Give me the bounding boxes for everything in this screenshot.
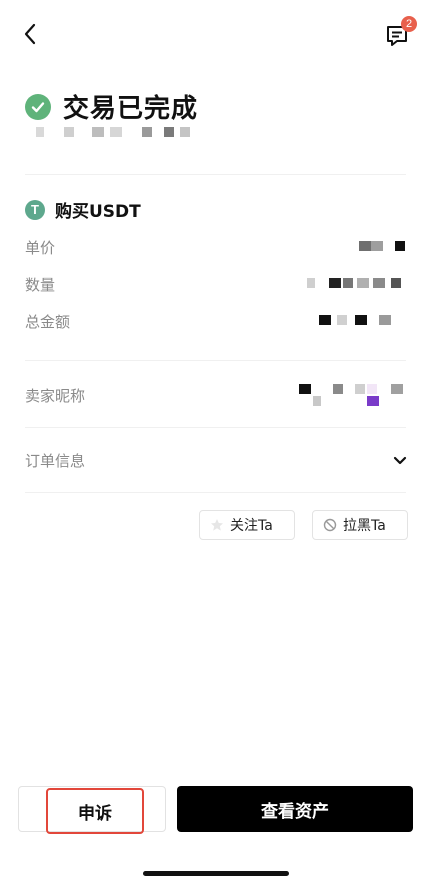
divider [25, 427, 406, 428]
view-assets-label: 查看资产 [261, 801, 329, 822]
quantity-value [299, 276, 409, 290]
block-icon [323, 518, 337, 532]
appeal-label: 申诉 [78, 803, 112, 824]
notification-badge: 2 [401, 16, 417, 32]
order-info-label[interactable]: 订单信息 [25, 450, 85, 471]
coin-title: 购买USDT [55, 202, 141, 222]
home-indicator [143, 871, 289, 876]
chevron-left-icon [24, 23, 36, 45]
page-title: 交易已完成 [63, 94, 199, 124]
unit-price-label: 单价 [25, 239, 56, 257]
check-circle-icon [25, 93, 51, 120]
unit-price-value [299, 239, 409, 253]
seller-nickname-value[interactable] [299, 382, 409, 408]
star-icon [210, 518, 224, 532]
view-assets-button[interactable]: 查看资产 [177, 786, 413, 832]
divider [25, 360, 406, 361]
seller-nickname-label: 卖家昵称 [25, 387, 86, 405]
block-button[interactable]: 拉黑Ta [312, 510, 408, 540]
total-amount-label: 总金额 [25, 313, 71, 331]
coin-header: T 购买USDT [25, 197, 141, 222]
masked-order-id [30, 124, 200, 138]
back-button[interactable] [16, 20, 44, 48]
appeal-button[interactable]: 申诉 [18, 786, 166, 834]
appeal-highlight: 申诉 [46, 788, 144, 834]
bottom-action-bar: 申诉 查看资产 [18, 786, 413, 834]
divider [25, 174, 406, 175]
status-header: 交易已完成 [25, 88, 198, 125]
divider [25, 492, 406, 493]
top-nav: 2 [0, 0, 431, 70]
follow-label: 关注Ta [230, 518, 273, 534]
follow-button[interactable]: 关注Ta [199, 510, 295, 540]
chevron-down-icon[interactable] [391, 451, 409, 469]
tether-icon: T [25, 199, 45, 220]
quantity-label: 数量 [25, 276, 56, 294]
chat-button[interactable]: 2 [383, 16, 417, 50]
total-amount-value [299, 313, 409, 327]
block-label: 拉黑Ta [343, 518, 386, 534]
